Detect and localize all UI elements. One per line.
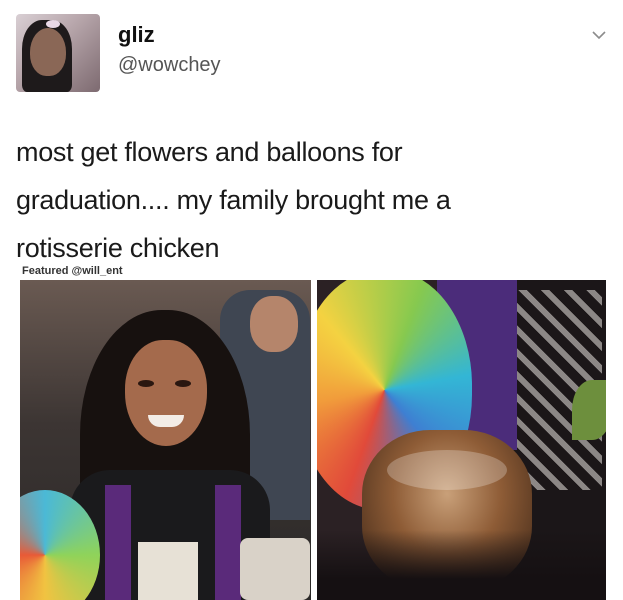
avatar-face: [30, 28, 66, 76]
purple-stole: [215, 485, 241, 600]
plant-leaf: [572, 380, 606, 440]
tweet-header: gliz @wowchey: [0, 0, 623, 110]
avatar[interactable]: [16, 14, 100, 92]
tweet-text: most get flowers and balloons for gradua…: [16, 128, 606, 272]
eye: [175, 380, 191, 387]
chevron-down-icon[interactable]: [590, 26, 608, 44]
featured-credit: Featured @will_ent: [22, 265, 123, 277]
held-cup: [240, 538, 310, 600]
avatar-flower-crown: [46, 20, 60, 28]
tweet-text-line: graduation.... my family brought me a: [16, 185, 451, 215]
display-name[interactable]: gliz: [118, 22, 155, 48]
purple-stole: [105, 485, 131, 600]
tweet-text-line: most get flowers and balloons for: [16, 137, 403, 167]
user-handle[interactable]: @wowchey: [118, 54, 221, 77]
man-head: [250, 296, 298, 352]
eye: [138, 380, 154, 387]
graduate-face: [125, 340, 207, 446]
plastic-lid-shine: [387, 450, 507, 490]
shadow: [317, 530, 606, 600]
patterned-dress: [138, 542, 198, 600]
balloon-and-rotisserie-chicken-photo[interactable]: [317, 280, 606, 600]
graduate-selfie-photo[interactable]: [20, 280, 311, 600]
